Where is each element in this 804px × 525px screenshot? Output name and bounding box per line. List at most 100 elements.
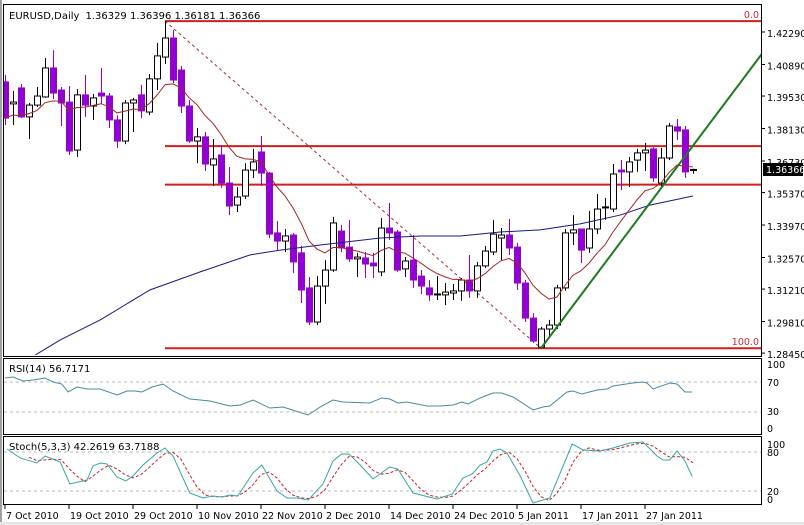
candle-body <box>162 37 169 58</box>
candle-body <box>642 149 649 154</box>
candle-bearish <box>650 147 657 182</box>
candle-body <box>562 232 569 289</box>
candle-body <box>602 206 609 209</box>
date-tick-label: 22 Nov 2010 <box>262 511 323 522</box>
candle-body <box>34 95 41 106</box>
candle-body <box>122 102 129 142</box>
candle-body <box>506 234 513 249</box>
candle-body <box>370 262 377 267</box>
candle-bearish <box>186 99 193 143</box>
candle-body <box>522 282 529 319</box>
date-tick-label: 7 Oct 2010 <box>6 511 59 522</box>
candle-body <box>514 246 521 284</box>
candle-body <box>434 293 441 296</box>
price-tick-label: 1.42290 <box>767 29 804 40</box>
candle-body <box>234 196 241 206</box>
candle-body <box>114 119 121 142</box>
date-tick-label: 17 Jan 2011 <box>582 511 639 522</box>
candle-body <box>458 279 465 292</box>
candle-body <box>578 228 585 251</box>
rsi-level-100: 100 <box>767 360 785 371</box>
candle-body <box>354 256 361 260</box>
candle-body <box>50 67 57 94</box>
symbol-timeframe: EURUSD,Daily <box>9 11 80 22</box>
candle-body <box>154 55 161 80</box>
current-price-label: 1.36366 <box>766 165 804 176</box>
candle-body <box>242 169 249 197</box>
candle-body <box>10 101 17 105</box>
candle-body <box>546 324 553 330</box>
candle-body <box>322 269 329 287</box>
candle-body <box>338 230 345 249</box>
rsi-level-30: 30 <box>767 407 779 418</box>
chart-title: EURUSD,Daily 1.36329 1.36396 1.36181 1.36… <box>9 11 260 22</box>
candle-body <box>226 182 233 207</box>
candle-body <box>210 158 217 166</box>
candle-bullish <box>330 216 337 272</box>
fib-level-label: 0.0 <box>744 10 759 21</box>
price-tick-label: 1.40890 <box>767 61 804 72</box>
candle-body <box>186 105 193 142</box>
candle-body <box>106 95 113 121</box>
candle-body <box>386 227 393 234</box>
candle-body <box>130 99 137 104</box>
candle-body <box>610 173 617 210</box>
candle-body <box>82 94 89 106</box>
date-tick-label: 10 Nov 2010 <box>198 511 259 522</box>
candle-bullish <box>666 122 673 161</box>
candle-body <box>490 233 497 253</box>
price-tick-label: 1.31210 <box>767 286 804 297</box>
candle-body <box>274 232 281 242</box>
trading-chart[interactable]: 1.422901.408901.395301.381301.367301.353… <box>0 0 804 525</box>
candle-body <box>218 154 225 184</box>
candle-bearish <box>18 83 25 119</box>
candle-body <box>450 290 457 294</box>
rsi-level-70: 70 <box>767 378 779 389</box>
candle-bearish <box>178 65 185 113</box>
candle-body <box>250 161 257 171</box>
candle-bearish <box>522 280 529 323</box>
candle-body <box>194 136 201 142</box>
candle-bullish <box>122 99 129 145</box>
candle-body <box>570 229 577 234</box>
candle-body <box>634 152 641 161</box>
candle-body <box>298 252 305 291</box>
candle-body <box>146 78 153 113</box>
price-tick-label: 1.32570 <box>767 255 804 266</box>
candle-body <box>666 125 673 159</box>
candle-bearish <box>170 29 177 84</box>
candle-bullish <box>146 73 153 116</box>
price-tick-label: 1.38130 <box>767 126 804 137</box>
rsi-level-0: 0 <box>767 424 773 435</box>
candle-body <box>202 136 209 165</box>
date-tick-label: 24 Dec 2010 <box>454 511 515 522</box>
candle-body <box>650 148 657 179</box>
stoch-level-0: 0 <box>767 495 773 506</box>
candle-body <box>266 172 273 235</box>
candle-body <box>418 275 425 287</box>
date-tick-label: 19 Oct 2010 <box>70 511 129 522</box>
stochastic-caption: Stoch(5,3,3) 42.2619 63.7188 <box>9 442 160 453</box>
candle-body <box>498 234 505 239</box>
candle-body <box>410 259 417 281</box>
price-tick-label: 1.33970 <box>767 222 804 233</box>
candle-body <box>330 222 337 271</box>
candle-bullish <box>74 89 81 158</box>
candle-body <box>26 104 33 118</box>
candle-body <box>674 126 681 132</box>
candle-body <box>594 208 601 230</box>
date-tick-label: 29 Oct 2010 <box>134 511 193 522</box>
candle-body <box>442 291 449 296</box>
candle-body <box>618 169 625 173</box>
price-tick-label: 1.39530 <box>767 93 804 104</box>
date-tick-label: 27 Jan 2011 <box>646 511 703 522</box>
date-tick-label: 2 Dec 2010 <box>326 511 381 522</box>
rsi-caption: RSI(14) 56.7171 <box>9 364 90 375</box>
candle-body <box>98 92 105 97</box>
candle-body <box>586 228 593 249</box>
candle-body <box>362 257 369 265</box>
price-tick-label: 1.35370 <box>767 190 804 201</box>
candle-bearish <box>266 171 273 239</box>
candle-body <box>690 168 697 171</box>
date-tick-label: 14 Dec 2010 <box>390 511 451 522</box>
